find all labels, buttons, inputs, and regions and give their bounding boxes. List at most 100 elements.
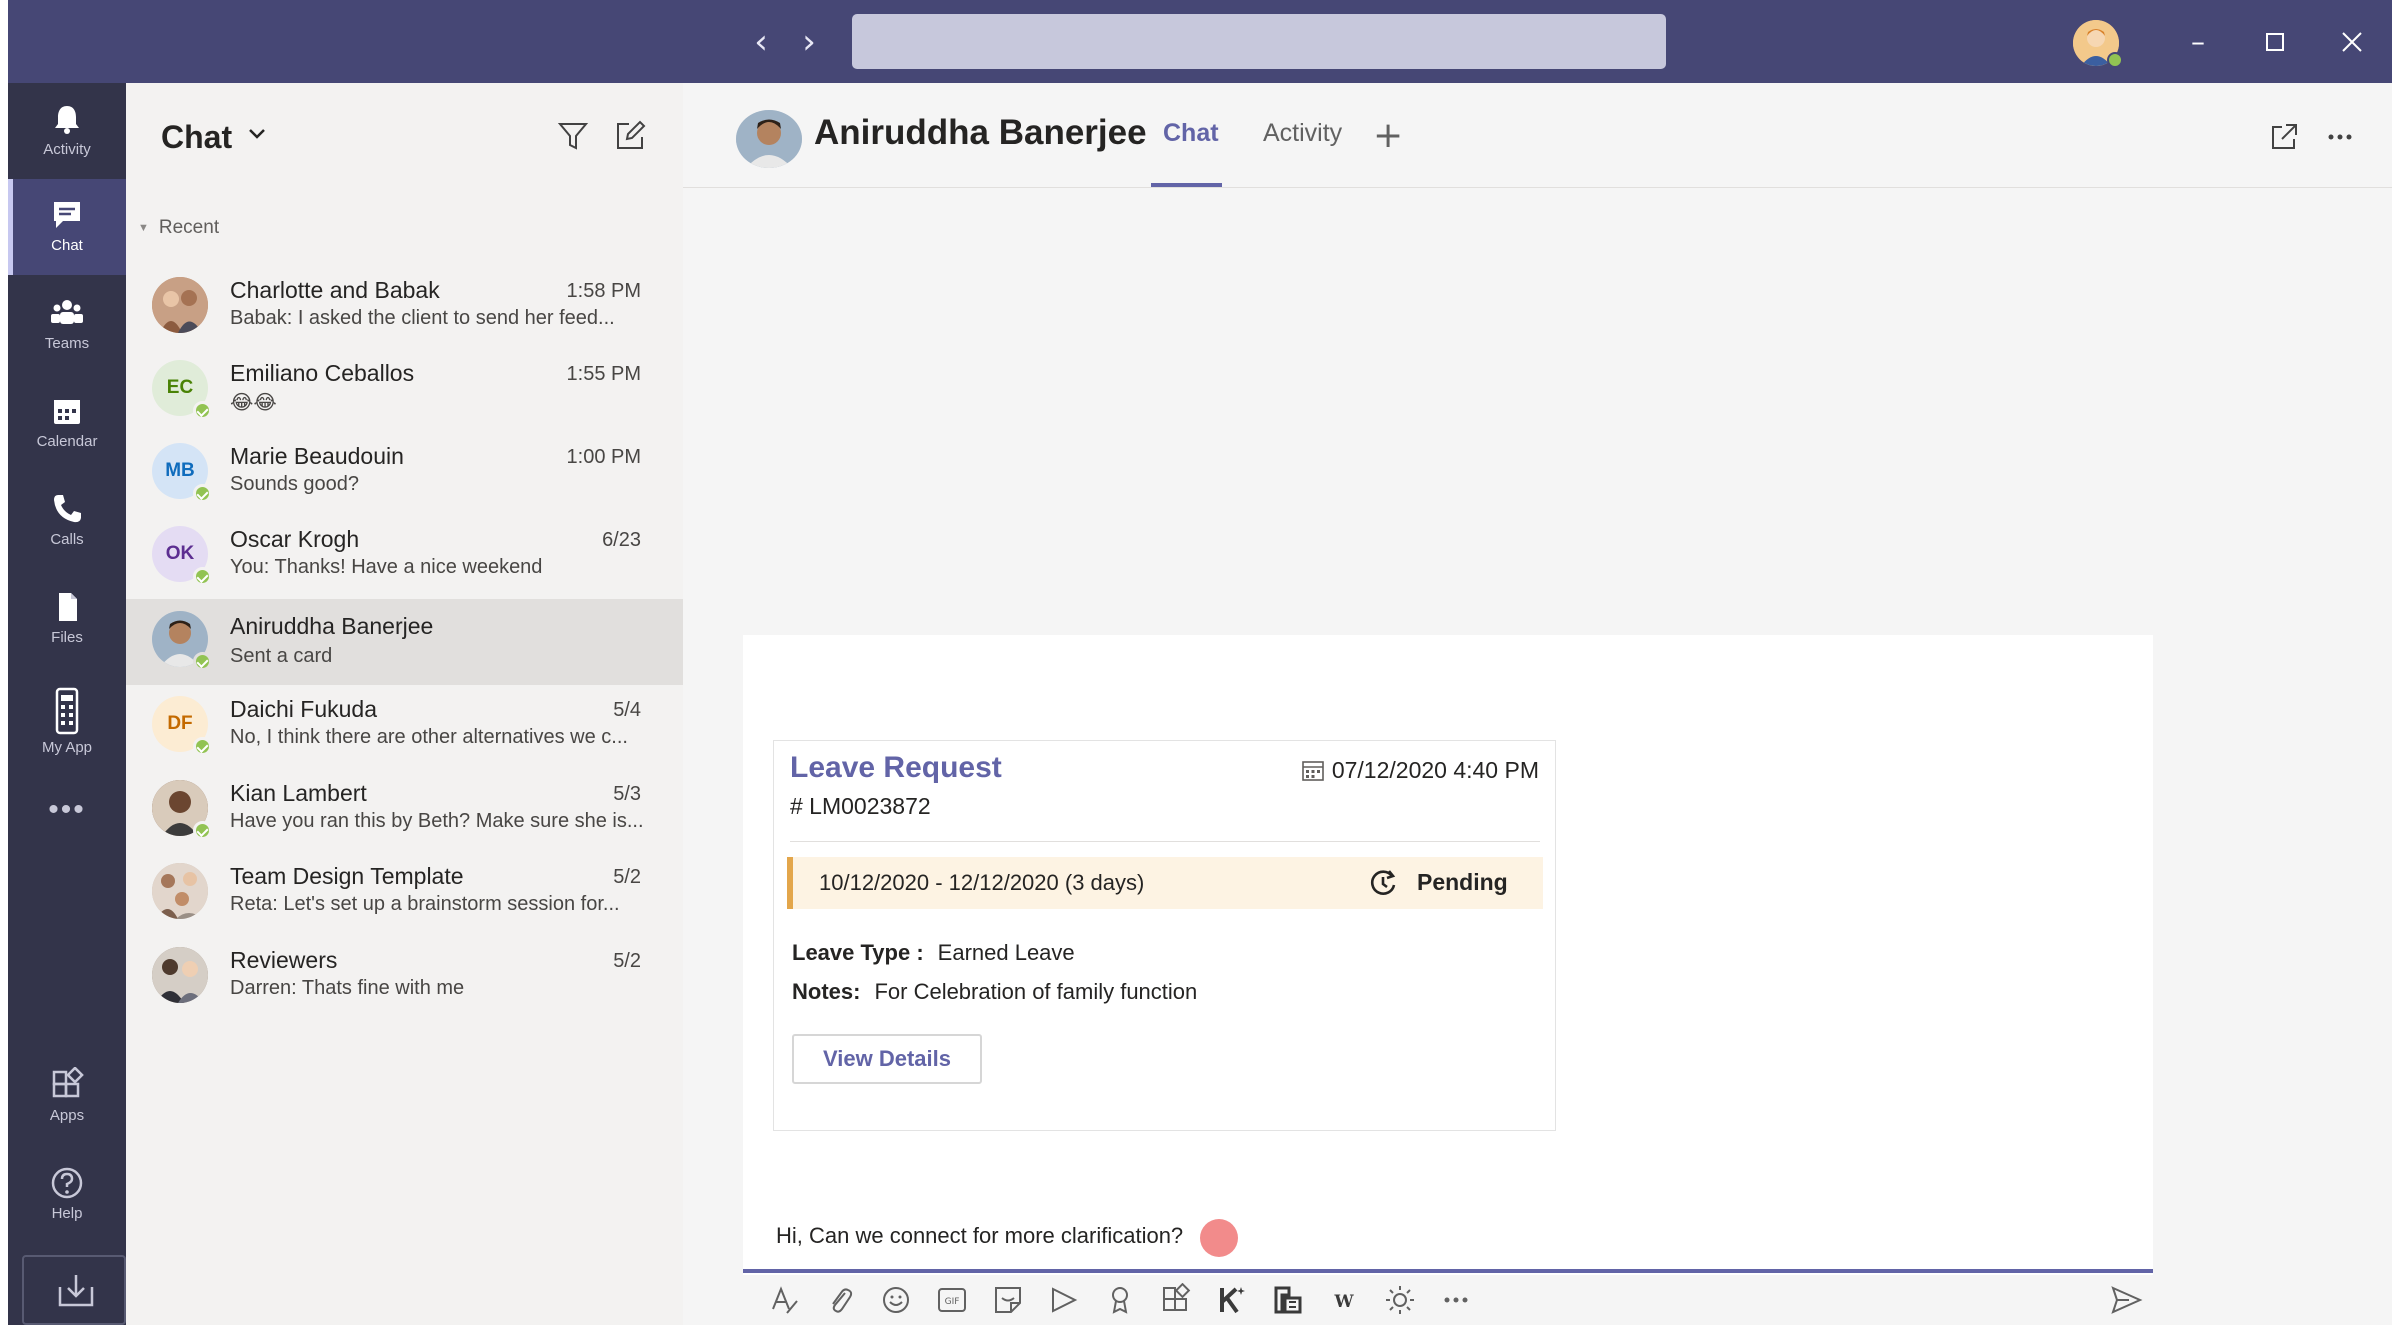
rail-item-calendar[interactable]: Calendar [8, 375, 126, 471]
rail-item-apps[interactable]: Apps [8, 1049, 126, 1145]
list-item[interactable]: OK Oscar Krogh 6/23 You: Thanks! Have a … [126, 514, 683, 598]
presence-available-icon [193, 567, 212, 586]
leave-request-card: Leave Request 07/12/2020 4:40 PM # LM002… [773, 740, 1556, 1131]
chat-name: Charlotte and Babak [230, 277, 440, 303]
gif-icon[interactable]: GIF [935, 1283, 969, 1317]
tab-activity[interactable]: Activity [1263, 119, 1342, 148]
more-options-icon[interactable] [1439, 1283, 1473, 1317]
avatar [152, 863, 208, 919]
chat-name: Kian Lambert [230, 780, 367, 806]
chat-preview: Sent a card [230, 645, 333, 667]
my-presence-badge [2107, 52, 2123, 68]
rail-label: Calls [50, 531, 84, 548]
search-input[interactable] [852, 14, 1666, 69]
rail-item-activity[interactable]: Activity [8, 83, 126, 179]
minimize-button[interactable]: – [2176, 20, 2220, 64]
app-sun-icon[interactable] [1383, 1283, 1417, 1317]
avatar [152, 947, 208, 1003]
chat-name: Emiliano Ceballos [230, 360, 415, 386]
compose-focus-line [743, 1269, 2153, 1273]
leave-type-label: Leave Type : [792, 940, 924, 965]
rail-item-files[interactable]: Files [8, 571, 126, 667]
peer-avatar[interactable] [736, 110, 802, 168]
send-icon[interactable] [2109, 1283, 2143, 1317]
list-item[interactable]: EC Emiliano Ceballos 1:55 PM 😂😂 [126, 348, 683, 432]
apps-icon [52, 1067, 84, 1098]
emoji-icon[interactable] [879, 1283, 913, 1317]
rail-item-teams[interactable]: Teams [8, 277, 126, 373]
chat-list-title[interactable]: Chat [161, 119, 232, 156]
more-options-icon[interactable] [2324, 121, 2356, 153]
rail-label: Calendar [36, 433, 98, 450]
chat-preview: Reta: Let's set up a brainstorm session … [230, 893, 620, 915]
active-tab-indicator [1151, 183, 1222, 187]
attach-icon[interactable] [823, 1283, 857, 1317]
forward-button[interactable]: › [789, 22, 829, 62]
list-item[interactable]: Team Design Template 5/2 Reta: Let's set… [126, 851, 683, 935]
chat-name: Aniruddha Banerjee [230, 613, 434, 639]
list-item-selected[interactable]: Aniruddha Banerjee Sent a card [126, 599, 683, 685]
format-icon[interactable] [767, 1283, 801, 1317]
help-icon [51, 1167, 83, 1199]
leave-range: 10/12/2020 - 12/12/2020 (3 days) [819, 870, 1145, 895]
list-item[interactable]: Charlotte and Babak 1:58 PM Babak: I ask… [126, 265, 683, 349]
pending-clock-icon [1370, 870, 1396, 895]
list-item[interactable]: Kian Lambert 5/3 Have you ran this by Be… [126, 768, 683, 852]
recent-section[interactable]: ▼ Recent [138, 217, 219, 239]
chat-time: 5/3 [613, 783, 641, 805]
rail-label: My App [41, 739, 93, 756]
close-button[interactable] [2330, 20, 2374, 64]
rail-label: Apps [49, 1107, 85, 1124]
meet-now-icon[interactable] [1047, 1283, 1081, 1317]
list-item[interactable]: Reviewers 5/2 Darren: Thats fine with me [126, 935, 683, 1019]
chat-icon [54, 202, 80, 228]
maximize-icon [2266, 33, 2284, 51]
rail-item-myapp[interactable]: My App [8, 669, 126, 779]
chat-time: 1:58 PM [566, 280, 641, 302]
tab-chat[interactable]: Chat [1163, 119, 1219, 148]
list-item[interactable]: MB Marie Beaudouin 1:00 PM Sounds good? [126, 431, 683, 515]
group-photo-icon [152, 947, 208, 1003]
chat-preview: No, I think there are other alternatives… [230, 726, 628, 748]
presence-available-icon [193, 401, 212, 420]
bell-icon [55, 106, 79, 134]
pop-out-icon[interactable] [2268, 121, 2300, 153]
chevron-down-icon[interactable] [242, 119, 272, 149]
add-tab-button[interactable]: + [1373, 115, 1403, 156]
app-forms-icon[interactable] [1271, 1283, 1305, 1317]
notes-label: Notes: [792, 979, 861, 1004]
rail-item-chat[interactable]: Chat [8, 179, 126, 275]
card-title: Leave Request [790, 751, 1002, 784]
app-w-icon[interactable]: W [1327, 1283, 1361, 1317]
list-item[interactable]: DF Daichi Fukuda 5/4 No, I think there a… [126, 684, 683, 768]
messaging-extensions-icon[interactable] [1159, 1283, 1193, 1317]
chat-time: 5/2 [613, 866, 641, 888]
praise-icon[interactable] [1103, 1283, 1137, 1317]
presence-available-icon [193, 821, 212, 840]
compose-input[interactable]: Hi, Can we connect for more clarificatio… [776, 1223, 1183, 1249]
rail-item-calls[interactable]: Calls [8, 473, 126, 569]
view-details-button[interactable]: View Details [792, 1034, 982, 1084]
svg-text:W: W [1333, 1292, 1354, 1312]
more-apps-button[interactable]: ••• [8, 793, 126, 827]
back-button[interactable]: ‹ [741, 22, 781, 62]
recent-label: Recent [158, 217, 220, 238]
new-chat-icon[interactable] [613, 119, 647, 153]
maximize-button[interactable] [2253, 20, 2297, 64]
presence-available-icon [193, 484, 212, 503]
peer-name: Aniruddha Banerjee [814, 113, 1147, 152]
file-icon [59, 593, 77, 621]
chat-preview: You: Thanks! Have a nice weekend [230, 556, 543, 578]
app-k-icon[interactable] [1215, 1283, 1249, 1317]
sticker-icon[interactable] [991, 1283, 1025, 1317]
conversation-header: Aniruddha Banerjee Chat Activity + [683, 83, 2392, 188]
rail-label: Teams [44, 335, 90, 352]
rail-item-help[interactable]: Help [8, 1147, 126, 1243]
download-button[interactable] [22, 1255, 126, 1325]
svg-text:GIF: GIF [945, 1297, 960, 1307]
filter-icon[interactable] [556, 119, 590, 153]
chat-preview: 😂😂 [230, 392, 277, 414]
presence-available-icon [193, 737, 212, 756]
notes-row: Notes: For Celebration of family function [792, 979, 1197, 1005]
group-photo-icon [152, 277, 208, 333]
